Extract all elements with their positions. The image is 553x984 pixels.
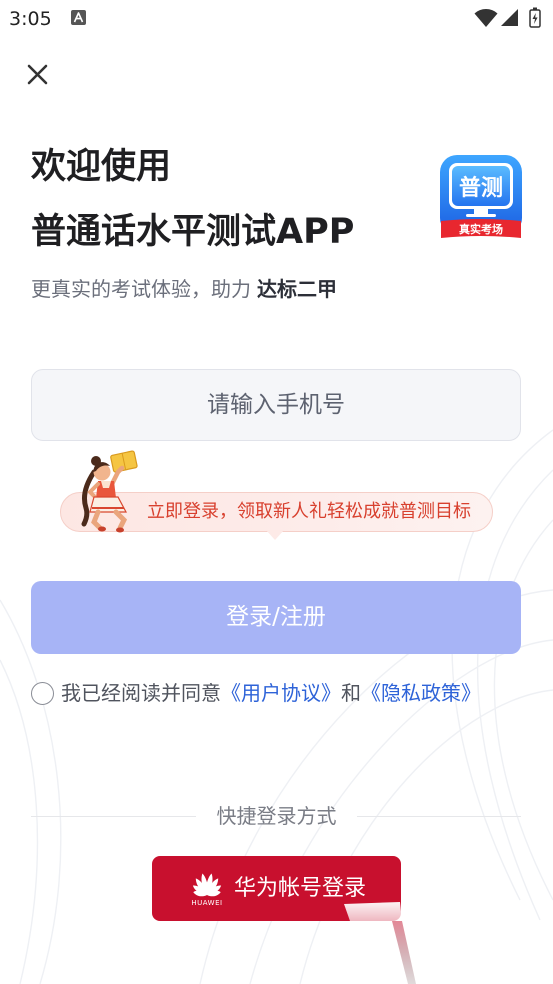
agreement-conjunction: 和: [341, 681, 361, 705]
a-badge-icon: [71, 10, 86, 25]
quick-login-title: 快捷登录方式: [216, 804, 337, 828]
mascot-illustration: [81, 450, 138, 533]
subtitle-text: 更真实的考试体验，助力: [31, 277, 251, 301]
phone-number-input[interactable]: [31, 369, 521, 441]
status-time: 3:05: [9, 8, 52, 30]
app-logo-banner: 真实考场: [459, 222, 503, 236]
huawei-brand-text: HUAWEI: [191, 899, 223, 907]
divider-left: [31, 816, 196, 817]
wifi-icon: [474, 9, 498, 27]
subtitle: 更真实的考试体验，助力 达标二甲: [31, 276, 337, 302]
huawei-login-button[interactable]: HUAWEI 华为帐号登录: [152, 856, 401, 921]
close-icon: [27, 64, 48, 85]
agreement-checkbox[interactable]: [31, 682, 54, 705]
login-register-button[interactable]: 登录/注册: [31, 581, 521, 654]
promo-text: 立即登录，领取新人礼轻松成就普测目标: [147, 501, 471, 522]
close-button[interactable]: [24, 61, 51, 88]
battery-charging-icon: [529, 7, 541, 28]
subtitle-highlight: 达标二甲: [257, 277, 337, 301]
agreement-text: 我已经阅读并同意《用户协议》和《隐私政策》: [61, 680, 481, 707]
signal-icon: [501, 9, 518, 26]
status-bar: 3:05: [0, 0, 553, 38]
app-name-title: 普通话水平测试APP: [31, 212, 355, 252]
divider-right: [357, 816, 521, 817]
huawei-login-label: 华为帐号登录: [234, 876, 367, 901]
huawei-logo-icon: [192, 873, 222, 897]
promo-bubble-pointer: [266, 530, 284, 540]
agreement-prefix: 我已经阅读并同意: [61, 681, 221, 705]
user-agreement-link[interactable]: 《用户协议》: [221, 681, 341, 705]
app-logo-icon: 普测 真实考场: [440, 155, 522, 238]
welcome-title: 欢迎使用: [31, 147, 172, 187]
privacy-policy-link[interactable]: 《隐私政策》: [361, 681, 481, 705]
app-logo-text: 普测: [459, 175, 503, 201]
